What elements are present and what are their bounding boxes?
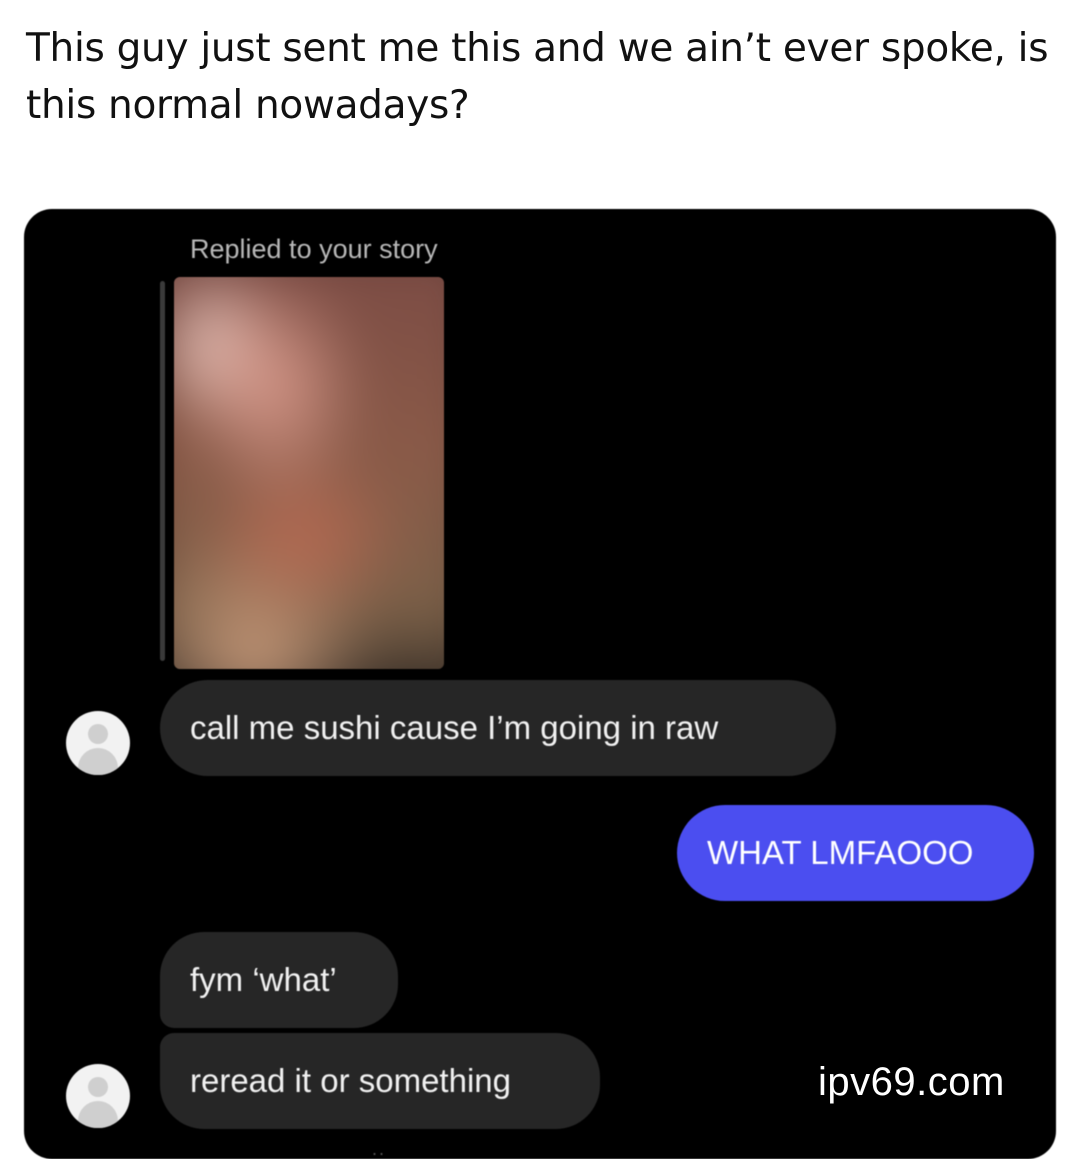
story-thumbnail[interactable] [174, 277, 444, 669]
typing-indicator: .. [372, 1139, 387, 1159]
avatar-head-shape [88, 724, 108, 744]
message-bubble-incoming[interactable]: reread it or something [160, 1033, 600, 1129]
sender-avatar[interactable] [66, 1064, 130, 1128]
message-bubble-incoming[interactable]: call me sushi cause I’m going in raw [160, 680, 836, 776]
sender-avatar[interactable] [66, 711, 130, 775]
story-quote-bar [160, 281, 165, 661]
blurred-story-image [174, 277, 444, 669]
avatar-body-shape [78, 748, 118, 775]
story-reply-label: Replied to your story [190, 234, 438, 264]
avatar-head-shape [88, 1077, 108, 1097]
avatar-body-shape [78, 1101, 118, 1128]
message-bubble-outgoing[interactable]: WHAT LMFAOOO [677, 805, 1034, 901]
post-caption: This guy just sent me this and we ain’t … [26, 26, 1049, 128]
message-bubble-incoming[interactable]: fym ‘what’ [160, 932, 398, 1028]
watermark: ipv69.com [818, 1060, 1005, 1104]
chat-screenshot: Replied to your story call me sushi caus… [24, 209, 1056, 1159]
